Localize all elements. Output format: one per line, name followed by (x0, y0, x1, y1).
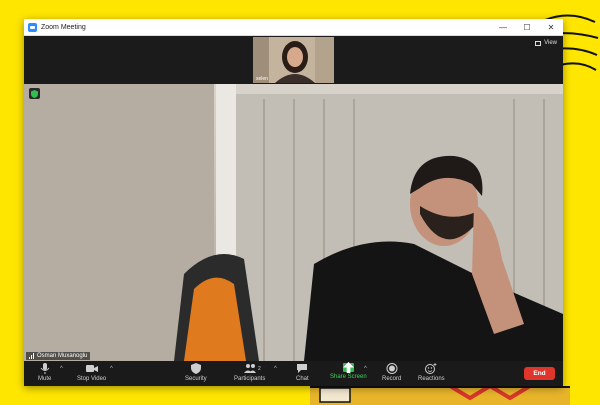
speaker-name: Osman Muxanoglu (37, 353, 88, 359)
thumbnail-participant-name: selen (256, 76, 268, 82)
record-label: Record (382, 376, 402, 382)
title-bar: Zoom Meeting — ☐ ✕ (24, 19, 563, 36)
zoom-meeting-window: Zoom Meeting — ☐ ✕ selen View Osman Muxa… (24, 19, 563, 386)
thumbnail-strip: selen View (24, 36, 563, 84)
speaker-name-tag: Osman Muxanoglu (26, 352, 91, 360)
view-button-label: View (544, 40, 557, 46)
record-icon (386, 363, 398, 374)
end-meeting-button[interactable]: End (524, 367, 555, 380)
share-screen-arrow-icon (342, 362, 354, 373)
active-speaker-video: Osman Muxanoglu (24, 84, 563, 361)
minimize-button[interactable]: — (491, 23, 515, 32)
stop-video-label: Stop Video (77, 376, 107, 382)
chat-bubble-icon (297, 364, 308, 373)
close-button[interactable]: ✕ (539, 23, 563, 32)
smiley-plus-icon (425, 363, 437, 374)
participants-options-caret[interactable]: ^ (274, 366, 277, 372)
meeting-stage: selen View Osman Muxanoglu (24, 36, 563, 361)
microphone-icon (40, 363, 50, 374)
window-title: Zoom Meeting (41, 23, 86, 31)
reactions-label: Reactions (418, 376, 445, 382)
video-camera-icon (85, 365, 98, 372)
participants-count: 2 (258, 366, 261, 372)
participants-label: Participants (234, 376, 266, 382)
view-button[interactable]: View (535, 40, 557, 46)
background-box-decoration (310, 386, 570, 405)
share-screen-button[interactable]: Share Screen (330, 362, 367, 380)
stop-video-button[interactable]: Stop Video (77, 363, 106, 382)
chat-label: Chat (296, 376, 309, 382)
participant-thumbnail[interactable]: selen (253, 37, 334, 83)
zoom-camera-icon (28, 22, 37, 32)
security-label: Security (185, 376, 207, 382)
reactions-button[interactable]: Reactions (418, 363, 445, 382)
share-options-caret[interactable]: ^ (364, 366, 367, 372)
mute-label: Mute (38, 376, 52, 382)
shield-icon (190, 363, 201, 374)
signal-strength-icon (29, 353, 34, 359)
active-speaker-video-image (24, 84, 563, 361)
audio-options-caret[interactable]: ^ (60, 366, 63, 372)
participants-icon (243, 364, 256, 373)
share-screen-label: Share Screen (330, 374, 367, 380)
record-button[interactable]: Record (382, 363, 401, 382)
encryption-shield-icon[interactable] (29, 88, 40, 99)
video-options-caret[interactable]: ^ (110, 366, 113, 372)
grid-view-icon (535, 40, 542, 46)
mute-button[interactable]: Mute (38, 363, 51, 382)
maximize-button[interactable]: ☐ (515, 23, 539, 32)
meeting-controls-toolbar: Mute ^ Stop Video ^ Security Participant… (24, 361, 563, 386)
chat-button[interactable]: Chat (296, 363, 309, 382)
security-button[interactable]: Security (185, 363, 207, 382)
